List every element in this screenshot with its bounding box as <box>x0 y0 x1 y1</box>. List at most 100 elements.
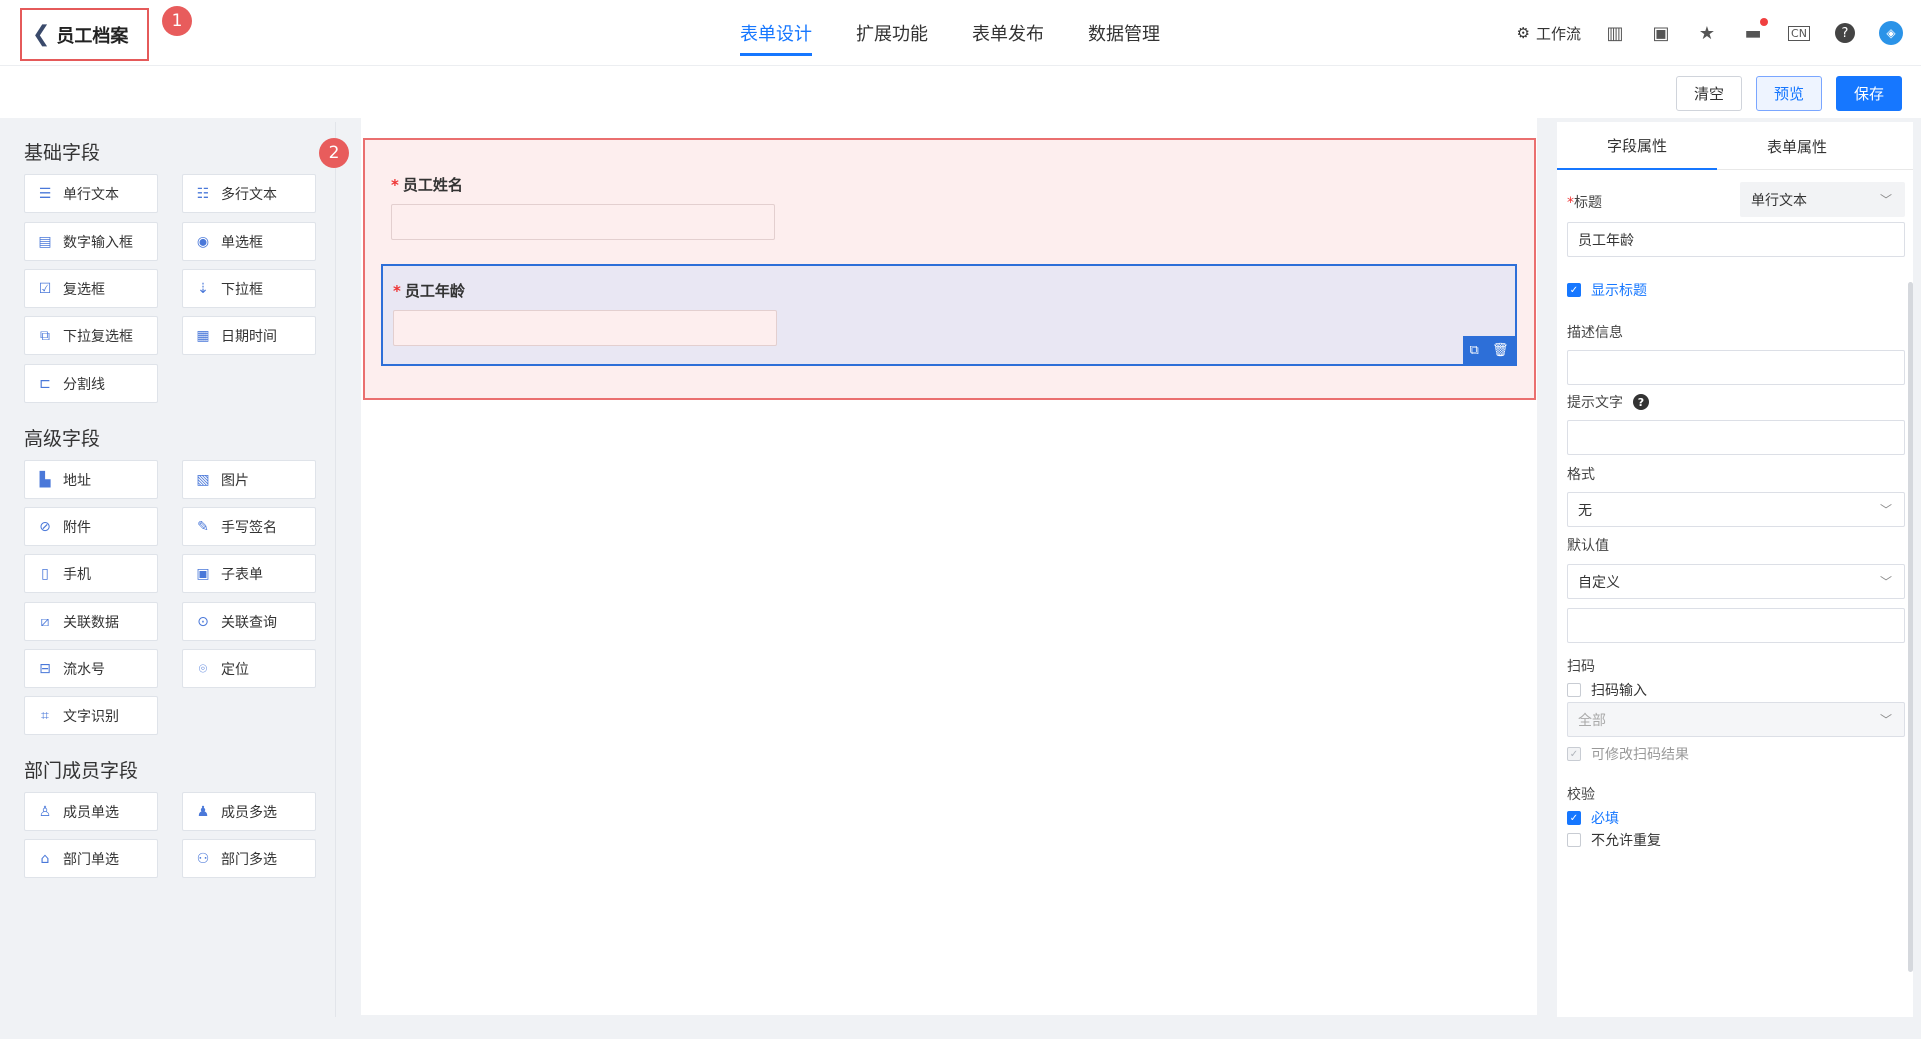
divider-icon: ⊏ <box>39 375 51 392</box>
clear-button[interactable]: 清空 <box>1676 76 1742 111</box>
field-multi-line-text[interactable]: ☷ 多行文本 <box>182 174 316 213</box>
field-serial-number[interactable]: ⊟ 流水号 <box>24 649 158 688</box>
chevron-down-icon: ﹀ <box>1879 575 1892 589</box>
language-icon[interactable]: CN <box>1787 21 1811 45</box>
serial-icon: ⊟ <box>39 660 51 677</box>
field-location[interactable]: ⌾ 定位 <box>182 649 316 688</box>
user-icon: ♙ <box>38 803 52 820</box>
paperclip-icon: ⊘ <box>39 518 51 535</box>
name-input[interactable] <box>391 204 775 240</box>
tab-field-properties[interactable]: 字段属性 <box>1557 122 1717 170</box>
copy-icon[interactable]: ⧉ <box>1470 343 1479 358</box>
field-member-single[interactable]: ♙ 成员单选 <box>24 792 158 831</box>
phone-icon: ▯ <box>41 565 49 582</box>
hint-input[interactable] <box>1567 420 1905 455</box>
field-phone[interactable]: ▯ 手机 <box>24 554 158 593</box>
field-image[interactable]: ▧ 图片 <box>182 460 316 499</box>
message-icon[interactable]: ▬ <box>1741 18 1768 45</box>
checkbox-icon: ☑ <box>38 280 52 297</box>
no-duplicate-checkbox[interactable]: 不允许重复 <box>1567 830 1661 850</box>
field-datetime[interactable]: ▦ 日期时间 <box>182 316 316 355</box>
form-item-name[interactable]: * 员工姓名 <box>391 174 463 195</box>
image-icon: ▧ <box>196 471 210 488</box>
app-title: 员工档案 <box>56 25 129 47</box>
default-label: 默认值 <box>1567 538 1609 554</box>
group-title-advanced: 高级字段 <box>24 428 101 450</box>
field-dropdown-multi[interactable]: ⧉ 下拉复选框 <box>24 316 158 355</box>
annotation-badge-2: 2 <box>319 138 349 168</box>
default-select[interactable]: 自定义 ﹀ <box>1567 564 1905 599</box>
required-checkbox[interactable]: ✓ 必填 <box>1567 808 1619 828</box>
trash-icon[interactable]: 🗑 <box>1492 343 1509 358</box>
field-dropdown[interactable]: ⇣ 下拉框 <box>182 269 316 308</box>
help-icon[interactable]: ? <box>1633 394 1649 410</box>
form-area[interactable]: * 员工姓名 * 员工年龄 ⧉ 🗑 <box>363 138 1536 400</box>
field-attachment[interactable]: ⊘ 附件 <box>24 507 158 546</box>
annotation-badge-1: 1 <box>162 6 192 36</box>
form-label: * 员工年龄 <box>393 282 465 300</box>
scan-editable-checkbox[interactable]: ✓ 可修改扫码结果 <box>1567 744 1689 764</box>
workflow-button[interactable]: ⚙ 工作流 <box>1517 23 1581 44</box>
tab-form-publish[interactable]: 表单发布 <box>972 0 1044 66</box>
number-icon: ▤ <box>38 233 52 250</box>
multi-check-icon: ⧉ <box>40 327 50 344</box>
preview-button[interactable]: 预览 <box>1756 76 1822 111</box>
field-linked-data[interactable]: ⧄ 关联数据 <box>24 602 158 641</box>
subform-icon: ▣ <box>196 565 210 582</box>
action-bar: 清空 预览 保存 <box>0 66 1921 118</box>
tab-form-design[interactable]: 表单设计 <box>740 0 812 66</box>
field-address[interactable]: ▙ 地址 <box>24 460 158 499</box>
field-linked-query[interactable]: ⊙ 关联查询 <box>182 602 316 641</box>
chevron-down-icon: ﹀ <box>1879 713 1892 727</box>
field-dept-multi[interactable]: ⚇ 部门多选 <box>182 839 316 878</box>
format-select[interactable]: 无 ﹀ <box>1567 492 1905 527</box>
field-type-select[interactable]: 单行文本 ﹀ <box>1740 182 1905 217</box>
field-signature[interactable]: ✎ 手写签名 <box>182 507 316 546</box>
text-lines-icon: ☰ <box>38 185 52 202</box>
title-input[interactable]: 员工年龄 <box>1567 222 1905 257</box>
property-tabs: 字段属性 表单属性 <box>1557 122 1913 170</box>
default-value-input[interactable] <box>1567 608 1905 643</box>
workflow-icon: ⚙ <box>1516 24 1530 42</box>
field-member-multi[interactable]: ♟ 成员多选 <box>182 792 316 831</box>
workflow-label: 工作流 <box>1535 24 1581 43</box>
list-icon: ☷ <box>196 185 210 202</box>
description-input[interactable] <box>1567 350 1905 385</box>
avatar[interactable]: ◈ <box>1879 21 1903 45</box>
tab-data-management[interactable]: 数据管理 <box>1088 0 1160 66</box>
checkbox-empty-icon <box>1567 833 1581 847</box>
field-number-input[interactable]: ▤ 数字输入框 <box>24 222 158 261</box>
tab-form-properties[interactable]: 表单属性 <box>1717 122 1877 170</box>
scan-input-checkbox[interactable]: 扫码输入 <box>1567 680 1647 700</box>
scrollbar[interactable] <box>1908 282 1913 972</box>
scan-label: 扫码 <box>1567 659 1595 675</box>
field-single-line-text[interactable]: ☰ 单行文本 <box>24 174 158 213</box>
field-subform[interactable]: ▣ 子表单 <box>182 554 316 593</box>
scan-type-select[interactable]: 全部 ﹀ <box>1567 702 1905 737</box>
age-input[interactable] <box>393 310 777 346</box>
field-divider[interactable]: ⊏ 分割线 <box>24 364 158 403</box>
back-button[interactable]: ❮ 员工档案 <box>20 8 149 61</box>
layout-icon[interactable]: ▥ <box>1603 21 1627 45</box>
search-doc-icon: ⊙ <box>197 613 209 630</box>
star-icon[interactable]: ★ <box>1695 21 1719 45</box>
form-label: * 员工姓名 <box>391 176 463 194</box>
hint-label: 提示文字? <box>1567 392 1649 412</box>
save-button[interactable]: 保存 <box>1836 76 1902 111</box>
field-checkbox[interactable]: ☑ 复选框 <box>24 269 158 308</box>
field-radio[interactable]: ◉ 单选框 <box>182 222 316 261</box>
item-toolbar: ⧉ 🗑 <box>1463 336 1515 364</box>
show-title-checkbox[interactable]: ✓ 显示标题 <box>1567 280 1647 300</box>
field-ocr[interactable]: ⌗ 文字识别 <box>24 696 158 735</box>
chevron-down-icon: ﹀ <box>1879 193 1892 207</box>
description-label: 描述信息 <box>1567 325 1623 341</box>
field-dept-single[interactable]: ⌂ 部门单选 <box>24 839 158 878</box>
form-item-age-selected[interactable]: * 员工年龄 ⧉ 🗑 <box>381 264 1517 366</box>
tab-extensions[interactable]: 扩展功能 <box>856 0 928 66</box>
contacts-icon[interactable]: ▣ <box>1649 21 1673 45</box>
building-icon: ▙ <box>39 471 51 488</box>
work-area: 基础字段 ☰ 单行文本 ☷ 多行文本 ▤ 数字输入框 ◉ 单选框 ☑ 复选框 ⇣ 下拉框 ⧉… <box>0 118 1921 1039</box>
chevron-down-icon: ﹀ <box>1879 503 1892 517</box>
bank-icon: ⌂ <box>40 850 50 867</box>
help-icon[interactable]: ? <box>1833 21 1857 45</box>
